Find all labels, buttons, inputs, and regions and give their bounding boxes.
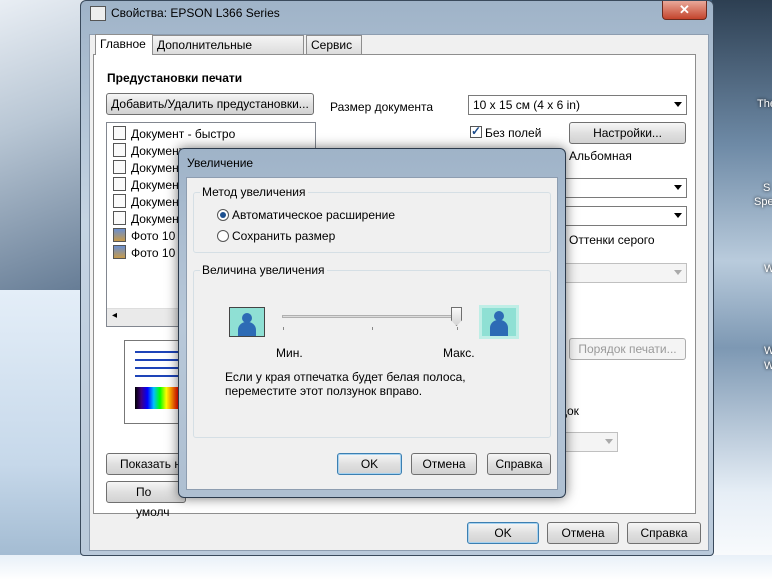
chevron-down-icon	[605, 439, 613, 444]
auto-expand-radio[interactable]	[217, 209, 229, 221]
tab-service[interactable]: Сервис	[306, 35, 362, 54]
keep-size-label: Сохранить размер	[232, 229, 336, 243]
borderless-settings-button[interactable]: Настройки...	[569, 122, 686, 144]
print-preview-thumbnail	[124, 340, 186, 424]
dialog-help-button[interactable]: Справка	[487, 453, 551, 475]
method-group: Метод увеличения	[193, 185, 551, 253]
auto-expand-label: Автоматическое расширение	[232, 208, 396, 222]
desktop-icon-label[interactable]: Spe	[754, 196, 772, 208]
desktop-wallpaper-bottom	[0, 555, 772, 580]
desktop-icon-label[interactable]: W	[764, 345, 772, 357]
disabled-select[interactable]	[560, 263, 687, 283]
amount-group-title: Величина увеличения	[200, 263, 327, 277]
default-button[interactable]: По умолч	[106, 481, 186, 519]
grayscale-label: Оттенки серого	[569, 233, 655, 247]
printer-icon	[90, 6, 106, 21]
method-group-title: Метод увеличения	[200, 185, 308, 199]
desktop-icon-label[interactable]: S	[763, 182, 770, 194]
amount-group: Величина увеличения	[193, 263, 551, 438]
chevron-down-icon	[674, 102, 682, 107]
print-order-button[interactable]: Порядок печати...	[569, 338, 686, 360]
paper-type-select[interactable]	[560, 178, 687, 198]
chevron-down-icon	[674, 270, 682, 275]
chevron-down-icon	[674, 213, 682, 218]
expansion-slider-track[interactable]	[282, 315, 462, 318]
desktop-icon-label[interactable]: The	[757, 98, 772, 110]
document-icon	[113, 160, 126, 174]
chevron-down-icon	[674, 185, 682, 190]
small-person-icon	[229, 307, 265, 337]
tab-advanced[interactable]: Дополнительные настройки	[152, 35, 304, 71]
window-title: Свойства: EPSON L366 Series	[111, 6, 280, 20]
dialog-cancel-button[interactable]: Отмена	[411, 453, 477, 475]
large-person-icon	[479, 305, 519, 339]
document-icon	[113, 211, 126, 225]
tab-main[interactable]: Главное	[95, 34, 153, 55]
hint-text-line1: Если у края отпечатка будет белая полоса…	[225, 370, 466, 384]
ok-button[interactable]: OK	[467, 522, 539, 544]
list-item[interactable]: Документ	[113, 160, 184, 177]
borderless-label: Без полей	[485, 126, 542, 140]
hint-text-line2: переместите этот ползунок вправо.	[225, 384, 423, 398]
list-item[interactable]: Фото 10 х	[113, 245, 185, 262]
duplex-document-icon	[113, 177, 126, 191]
list-item[interactable]: Фото 10 х	[113, 228, 185, 245]
add-remove-presets-button[interactable]: Добавить/Удалить предустановки...	[106, 93, 314, 115]
photo-icon	[113, 245, 126, 259]
list-item[interactable]: Документ	[113, 194, 184, 211]
scroll-left-icon[interactable]: ◂	[112, 310, 117, 321]
list-item[interactable]: Документ	[113, 211, 184, 228]
desktop-icon-label[interactable]: W	[764, 263, 772, 275]
document-icon	[113, 126, 126, 140]
desktop-wallpaper-right	[712, 0, 772, 580]
cancel-button[interactable]: Отмена	[547, 522, 619, 544]
help-button[interactable]: Справка	[627, 522, 701, 544]
doc-size-select[interactable]: 10 x 15 см (4 x 6 in)	[468, 95, 687, 115]
slider-min-label: Мин.	[276, 346, 303, 360]
list-item[interactable]: Документ	[113, 177, 184, 194]
desktop-wallpaper-ice	[0, 290, 90, 580]
presets-heading: Предустановки печати	[107, 71, 243, 85]
desktop-icon-label[interactable]: W	[764, 360, 772, 372]
close-button[interactable]: ✕	[662, 1, 707, 20]
dialog-ok-button[interactable]: OK	[337, 453, 402, 475]
photo-icon	[113, 228, 126, 242]
document-icon	[113, 143, 126, 157]
show-settings-button[interactable]: Показать н	[106, 453, 186, 475]
list-item[interactable]: Документ - быстро	[113, 126, 235, 143]
disabled-select-2[interactable]	[560, 432, 618, 452]
document-icon	[113, 194, 126, 208]
landscape-label: Альбомная	[569, 149, 632, 163]
borderless-checkbox[interactable]	[470, 124, 482, 138]
slider-max-label: Макс.	[443, 346, 475, 360]
list-item[interactable]: Документ	[113, 143, 184, 160]
quality-select[interactable]	[560, 206, 687, 226]
keep-size-radio[interactable]	[217, 230, 229, 242]
dialog-title: Увеличение	[187, 156, 254, 170]
doc-size-label: Размер документа	[330, 100, 434, 114]
